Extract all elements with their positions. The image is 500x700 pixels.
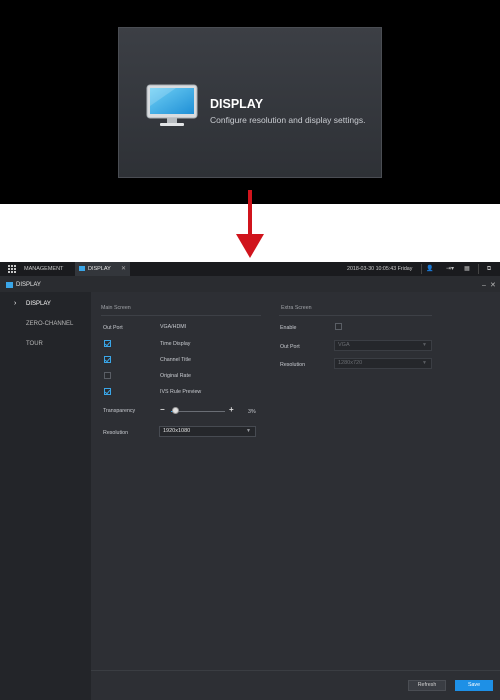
- tab-management[interactable]: MANAGEMENT: [20, 262, 70, 276]
- extra-resolution-label: Resolution: [280, 362, 306, 368]
- window-title: DISPLAY: [16, 282, 41, 288]
- resolution-label: Resolution: [103, 430, 129, 436]
- save-button[interactable]: Save: [455, 680, 493, 691]
- divider: [478, 264, 479, 274]
- tab-management-label: MANAGEMENT: [24, 266, 64, 272]
- divider: [279, 315, 432, 316]
- enable-checkbox[interactable]: [335, 323, 342, 330]
- logout-icon[interactable]: ⇥▾: [443, 265, 457, 273]
- sidebar-item-display[interactable]: › DISPLAY: [0, 296, 91, 312]
- ivs-rule-preview-checkbox[interactable]: [104, 388, 111, 395]
- tab-close-icon[interactable]: ✕: [121, 262, 126, 276]
- channel-title-checkbox[interactable]: [104, 356, 111, 363]
- tab-display-label: DISPLAY: [88, 266, 111, 272]
- user-icon[interactable]: 👤: [425, 265, 435, 273]
- sidebar-item-tour[interactable]: TOUR: [0, 336, 91, 352]
- sidebar-item-label: TOUR: [26, 341, 43, 347]
- plus-icon[interactable]: +: [229, 406, 234, 414]
- layout-icon[interactable]: ▦: [462, 265, 472, 273]
- minus-icon[interactable]: −: [160, 406, 165, 414]
- display-tab-icon: [79, 266, 85, 272]
- extra-out-port-value: VGA: [338, 342, 350, 348]
- chevron-down-icon: ▼: [422, 342, 427, 348]
- main-menu-icon[interactable]: [8, 265, 16, 273]
- down-arrow-icon: [236, 190, 264, 258]
- divider: [101, 315, 261, 316]
- card-title: DISPLAY: [210, 97, 264, 111]
- minimize-icon[interactable]: –: [482, 280, 486, 291]
- transparency-slider-knob[interactable]: [172, 407, 179, 414]
- divider: [421, 264, 422, 274]
- out-port-value: VGA/HDMI: [160, 324, 187, 330]
- divider: [91, 670, 500, 671]
- channel-title-label: Channel Title: [160, 357, 191, 363]
- out-port-label: Out Port: [103, 325, 123, 331]
- chevron-down-icon: ▼: [246, 428, 251, 434]
- main-screen-title: Main Screen: [101, 305, 131, 311]
- transparency-label: Transparency: [103, 408, 136, 414]
- original-rate-label: Original Rate: [160, 373, 191, 379]
- remote-icon[interactable]: ⧉: [484, 265, 494, 273]
- monitor-icon: [146, 84, 198, 126]
- top-bar: MANAGEMENT DISPLAY ✕ 2018-03-30 10:05:43…: [0, 262, 500, 276]
- sidebar: › DISPLAY ZERO-CHANNEL TOUR: [0, 292, 91, 700]
- refresh-button[interactable]: Refresh: [408, 680, 446, 691]
- card-subtitle: Configure resolution and display setting…: [210, 115, 366, 125]
- original-rate-checkbox[interactable]: [104, 372, 111, 379]
- main-panel: Main Screen Out Port VGA/HDMI Time Displ…: [91, 292, 500, 700]
- time-display-checkbox[interactable]: [104, 340, 111, 347]
- sidebar-item-zero-channel[interactable]: ZERO-CHANNEL: [0, 316, 91, 332]
- ivs-rule-preview-label: IVS Rule Preview: [160, 389, 202, 395]
- chevron-down-icon: ▼: [422, 360, 427, 366]
- extra-out-port-label: Out Port: [280, 344, 300, 350]
- resolution-select[interactable]: 1920x1080 ▼: [159, 426, 256, 437]
- display-card[interactable]: DISPLAY Configure resolution and display…: [118, 27, 382, 178]
- window-title-bar: DISPLAY – ✕: [0, 280, 500, 292]
- sidebar-item-label: ZERO-CHANNEL: [26, 321, 74, 327]
- tab-display[interactable]: DISPLAY ✕: [75, 262, 130, 276]
- datetime-display: 2018-03-30 10:05:43 Friday: [347, 266, 413, 272]
- close-icon[interactable]: ✕: [490, 280, 496, 291]
- extra-resolution-value: 1280x720: [338, 360, 363, 366]
- app-window: MANAGEMENT DISPLAY ✕ 2018-03-30 10:05:43…: [0, 262, 500, 700]
- transparency-value: 3%: [248, 409, 256, 415]
- sidebar-item-label: DISPLAY: [26, 301, 51, 307]
- enable-label: Enable: [280, 325, 297, 331]
- chevron-right-icon: ›: [14, 300, 17, 307]
- extra-resolution-select[interactable]: 1280x720 ▼: [334, 358, 432, 369]
- extra-out-port-select[interactable]: VGA ▼: [334, 340, 432, 351]
- hero-background: DISPLAY Configure resolution and display…: [0, 0, 500, 204]
- display-window-icon: [6, 282, 13, 288]
- resolution-select-value: 1920x1080: [163, 428, 191, 434]
- extra-screen-title: Extra Screen: [281, 305, 312, 311]
- transparency-slider[interactable]: [171, 411, 225, 412]
- time-display-label: Time Display: [160, 341, 191, 347]
